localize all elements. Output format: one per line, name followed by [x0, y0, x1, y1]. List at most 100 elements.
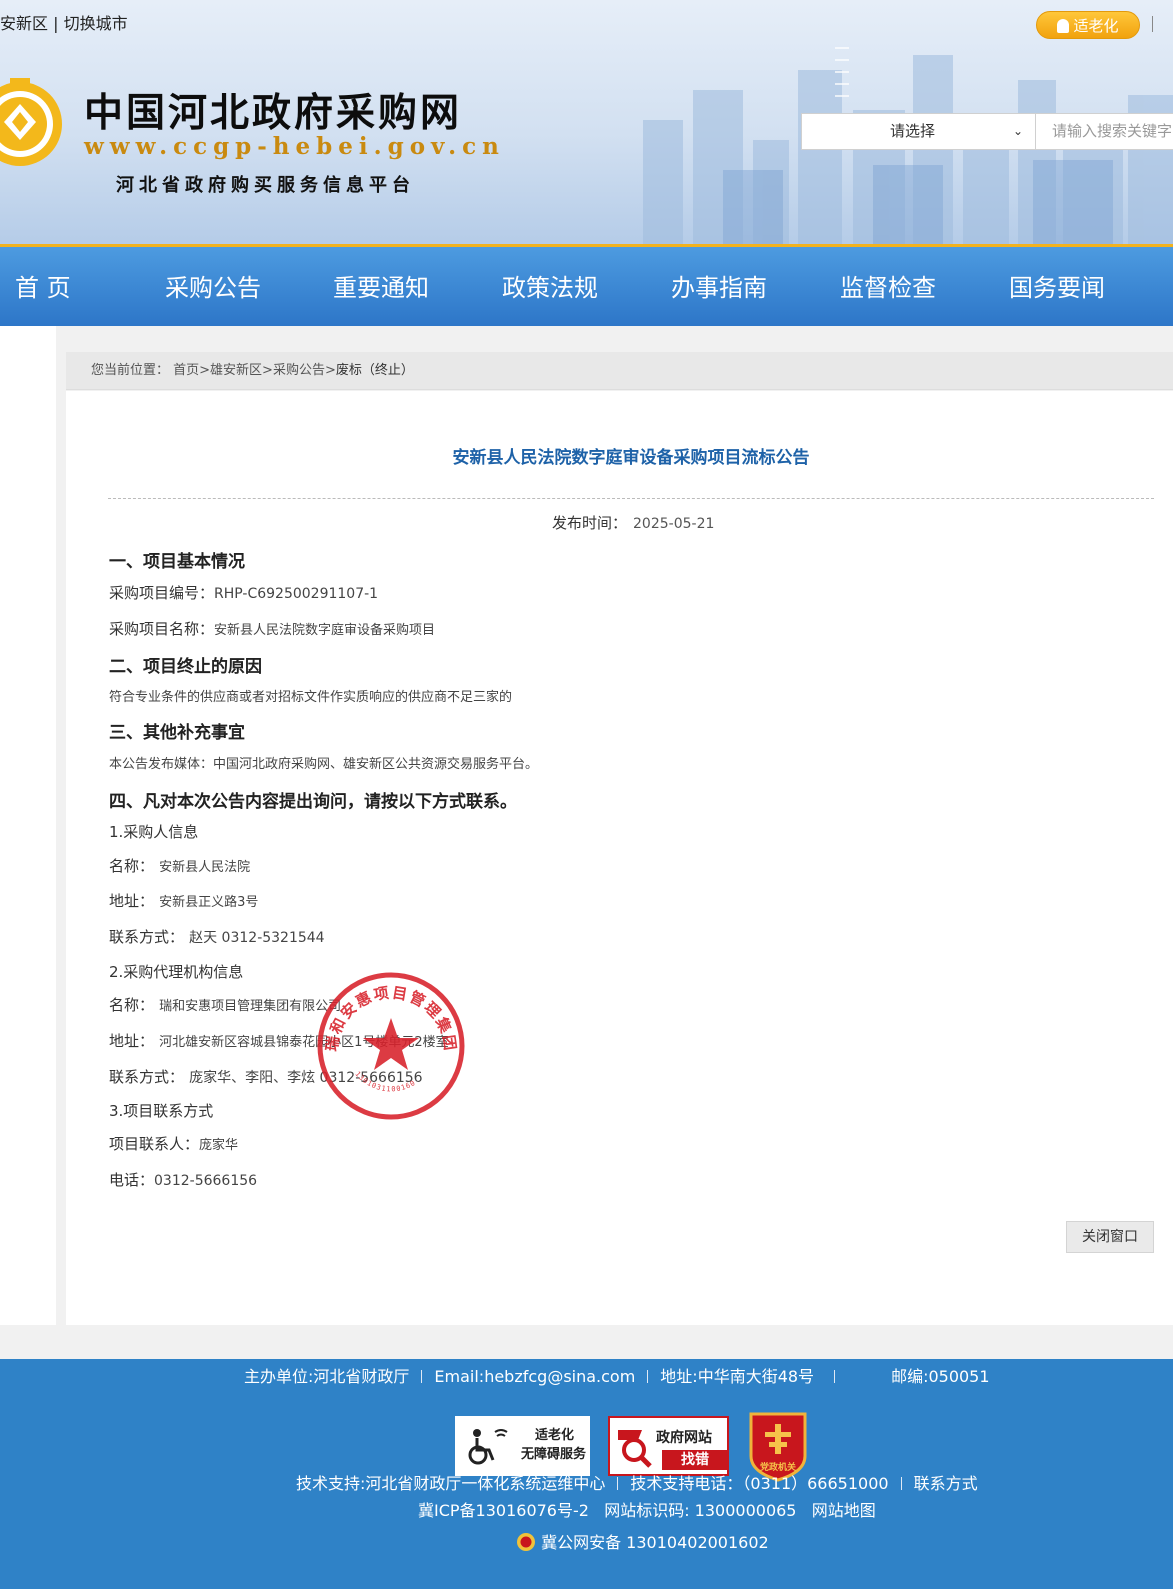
- site-header: 安新区 | 切换城市 适老化 中国河北政府采购网 www.ccgp-hebei.…: [0, 0, 1173, 244]
- footer-postcode: 邮编:050051: [891, 1367, 990, 1386]
- footer-support-row: 技术支持:河北省财政厅一体化系统运维中心 技术支持电话：（0311）6665100…: [296, 1470, 978, 1494]
- police-badge-icon: [517, 1533, 535, 1551]
- footer-sitemap-link[interactable]: 网站地图: [812, 1501, 876, 1520]
- project-phone-value: 0312-5666156: [154, 1173, 258, 1189]
- publish-date: 发布时间： 2025-05-21: [552, 512, 714, 533]
- nav-item-policies[interactable]: 政策法规: [502, 268, 598, 303]
- footer-icp[interactable]: 冀ICP备13016076号-2: [418, 1501, 589, 1520]
- left-margin: [0, 326, 56, 1325]
- site-subtitle: 河北省政府购买服务信息平台: [116, 175, 415, 196]
- magnifier-icon: [618, 1430, 652, 1468]
- project-name-label: 采购项目名称：: [109, 620, 215, 638]
- site-logo-icon: [0, 78, 62, 166]
- footer-contact-link[interactable]: 联系方式: [914, 1474, 978, 1493]
- footer-separator: [900, 1477, 902, 1490]
- buyer-name-label: 名称：: [109, 857, 155, 875]
- buyer-address-value: 安新县正义路3号: [159, 895, 259, 910]
- project-person-row: 项目联系人：庞家华: [109, 1133, 238, 1154]
- chevron-down-icon: ⌄: [1012, 124, 1023, 138]
- site-url: www.ccgp-hebei.gov.cn: [84, 133, 505, 160]
- section-heading-basic: 一、项目基本情况: [109, 552, 245, 572]
- section-heading-reason: 二、项目终止的原因: [109, 657, 262, 677]
- search-input[interactable]: 请输入搜索关键字: [1036, 113, 1173, 150]
- nav-item-announcements[interactable]: 采购公告: [165, 268, 261, 303]
- footer-separator: [617, 1477, 619, 1490]
- footer-site-id: 网站标识码: 1300000065: [604, 1501, 797, 1520]
- project-person-value: 庞家华: [199, 1138, 239, 1153]
- footer-address: 地址:中华南大街48号: [660, 1367, 815, 1386]
- buyer-name-value: 安新县人民法院: [159, 860, 251, 875]
- elder-mode-button[interactable]: 适老化: [1036, 11, 1140, 39]
- section-heading-contact: 四、凡对本次公告内容提出询问，请按以下方式联系。: [109, 792, 517, 812]
- nav-item-home[interactable]: 首 页: [15, 268, 71, 303]
- main-nav: 首 页 采购公告 重要通知 政策法规 办事指南 监督检查 国务要闻: [0, 244, 1173, 326]
- nav-item-state-news[interactable]: 国务要闻: [1009, 268, 1105, 303]
- termination-reason: 符合专业条件的供应商或者对招标文件作实质响应的供应商不足三家的: [109, 690, 513, 705]
- buyer-contact-row: 联系方式： 赵天 0312-5321544: [109, 926, 325, 947]
- search-category-select[interactable]: 请选择 ⌄: [801, 113, 1036, 150]
- switch-city-link[interactable]: 安新区 | 切换城市: [0, 10, 128, 34]
- nav-item-supervision[interactable]: 监督检查: [840, 268, 936, 303]
- site-title: 中国河北政府采购网: [84, 90, 463, 136]
- project-person-label: 项目联系人：: [109, 1135, 200, 1153]
- buyer-contact-value: 赵天 0312-5321544: [189, 930, 325, 946]
- footer-separator: [421, 1370, 423, 1383]
- project-contact-heading: 3.项目联系方式: [109, 1102, 214, 1120]
- publish-date-value: 2025-05-21: [633, 516, 715, 532]
- buyer-info-heading: 1.采购人信息: [109, 823, 199, 841]
- project-name-value: 安新县人民法院数字庭审设备采购项目: [214, 623, 436, 638]
- agency-name-label: 名称：: [109, 996, 155, 1014]
- accessibility-badge[interactable]: 适老化 无障碍服务: [455, 1416, 590, 1476]
- footer-sponsor: 主办单位:河北省财政厅: [244, 1367, 410, 1386]
- footer-tech-phone: 技术支持电话：（0311）66651000: [630, 1474, 889, 1493]
- project-name-row: 采购项目名称：安新县人民法院数字庭审设备采购项目: [109, 618, 435, 639]
- footer-tech-support: 技术支持:河北省财政厅一体化系统运维中心: [296, 1474, 606, 1493]
- footer-icp-row: 冀ICP备13016076号-2 网站标识码: 1300000065 网站地图: [418, 1497, 876, 1521]
- breadcrumb-prefix: 您当前位置：: [91, 363, 170, 378]
- footer-info-row: 主办单位:河北省财政厅 Email:hebzfcg@sina.com 地址:中华南大…: [244, 1363, 990, 1387]
- project-phone-label: 电话：: [109, 1171, 155, 1189]
- publish-date-label: 发布时间：: [552, 514, 628, 532]
- report-error-badge[interactable]: 政府网站 找错: [608, 1416, 729, 1476]
- breadcrumb-path[interactable]: 首页>雄安新区>采购公告>: [173, 363, 336, 378]
- agency-address-label: 地址：: [109, 1032, 155, 1050]
- footer-separator: [834, 1370, 836, 1383]
- footer-separator: [647, 1370, 649, 1383]
- nav-item-guides[interactable]: 办事指南: [671, 268, 767, 303]
- footer-email[interactable]: Email:hebzfcg@sina.com: [434, 1367, 635, 1386]
- buyer-address-row: 地址： 安新县正义路3号: [109, 890, 258, 911]
- report-error-line1: 政府网站: [656, 1430, 712, 1446]
- svg-text:1301031100160: 1301031100160: [353, 1070, 417, 1093]
- elder-mode-label: 适老化: [1073, 17, 1119, 35]
- seal-code-text: 1301031100160: [353, 1070, 416, 1093]
- article-panel: 安新县人民法院数字庭审设备采购项目流标公告 发布时间： 2025-05-21 一、…: [66, 391, 1173, 1325]
- agency-name-value: 瑞和安惠项目管理集团有限公司: [159, 999, 342, 1014]
- project-phone-row: 电话：0312-5666156: [109, 1169, 257, 1190]
- agency-name-row: 名称： 瑞和安惠项目管理集团有限公司: [109, 994, 341, 1015]
- site-footer: 主办单位:河北省财政厅 Email:hebzfcg@sina.com 地址:中华南大…: [0, 1359, 1173, 1589]
- title-divider: [108, 498, 1154, 499]
- section-heading-other: 三、其他补充事宜: [109, 723, 245, 743]
- person-icon: [1057, 19, 1070, 33]
- project-number-value: RHP-C692500291107-1: [214, 586, 379, 602]
- report-error-line2: 找错: [662, 1450, 728, 1470]
- accessibility-badge-line1: 适老化: [535, 1428, 575, 1443]
- article-title: 安新县人民法院数字庭审设备采购项目流标公告: [452, 448, 810, 468]
- official-seal-stamp: 瑞和安惠项目管理集团有限公司 1301031100160: [315, 970, 465, 1120]
- header-separator: [1152, 16, 1153, 32]
- publication-media: 本公告发布媒体：中国河北政府采购网、雄安新区公共资源交易服务平台。: [109, 757, 539, 772]
- wheelchair-icon: [468, 1429, 508, 1465]
- search-category-value: 请选择: [890, 122, 936, 140]
- nav-item-notices[interactable]: 重要通知: [333, 268, 429, 303]
- accessibility-badge-line2: 无障碍服务: [521, 1447, 587, 1462]
- breadcrumb: 您当前位置： 首页>雄安新区>采购公告>废标（终止）: [66, 352, 1173, 390]
- footer-police-row[interactable]: 冀公网安备 13010402001602: [516, 1529, 769, 1553]
- footer-police-record: 冀公网安备 13010402001602: [541, 1533, 769, 1552]
- buyer-name-row: 名称： 安新县人民法院: [109, 855, 250, 876]
- project-number-label: 采购项目编号：: [109, 584, 215, 602]
- agency-info-heading: 2.采购代理机构信息: [109, 963, 244, 981]
- project-number-row: 采购项目编号：RHP-C692500291107-1: [109, 582, 378, 603]
- close-window-button[interactable]: 关闭窗口: [1066, 1221, 1154, 1253]
- accessibility-badge-text: 适老化 无障碍服务: [521, 1426, 586, 1464]
- buyer-address-label: 地址：: [109, 892, 155, 910]
